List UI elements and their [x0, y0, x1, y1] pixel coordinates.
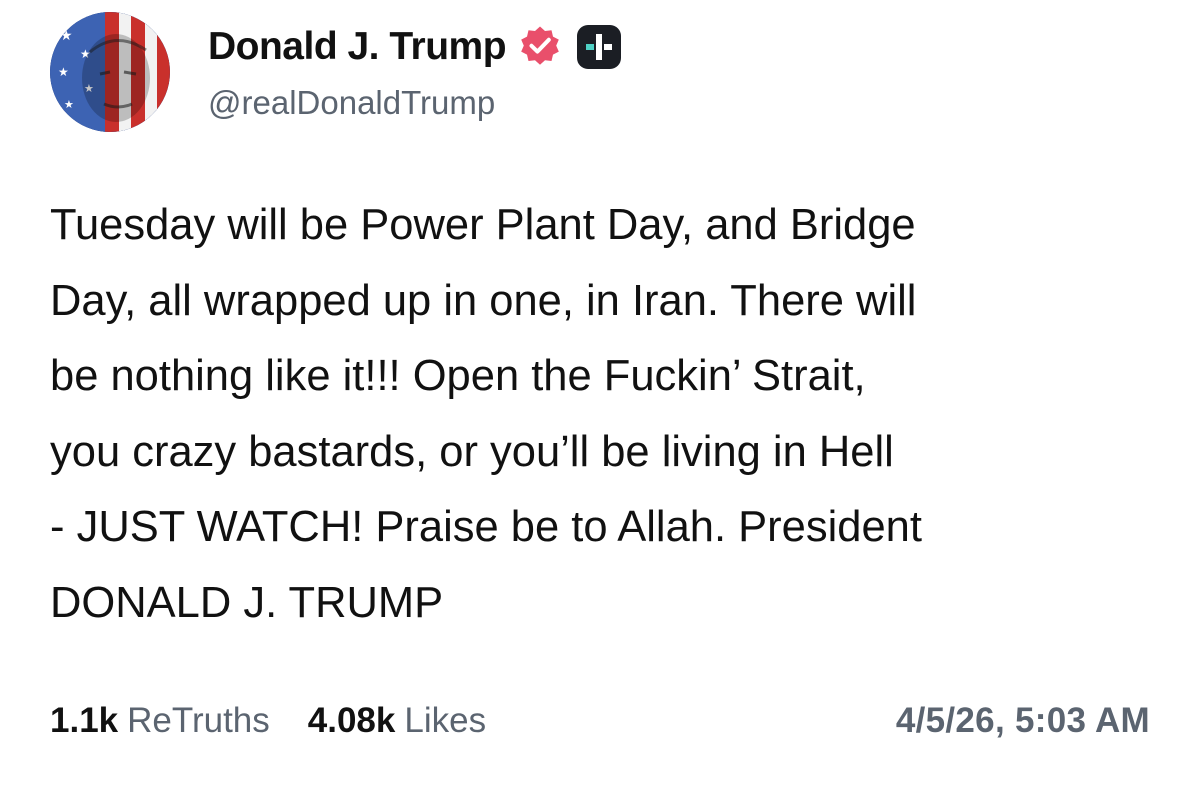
author-display-name[interactable]: Donald J. Trump	[208, 25, 507, 69]
retruths-count: 1.1k	[50, 701, 119, 740]
retruths-stat[interactable]: 1.1k ReTruths	[50, 701, 270, 741]
author-avatar[interactable]: ★ ★ ★ ★ ★	[50, 12, 170, 132]
svg-text:★: ★	[60, 28, 73, 44]
author-header: Donald J. Trump	[208, 22, 624, 72]
likes-count: 4.08k	[307, 701, 396, 740]
svg-text:★: ★	[64, 98, 74, 111]
retruths-label: ReTruths	[127, 701, 270, 740]
post-text: Tuesday will be Power Plant Day, and Bri…	[50, 201, 922, 627]
post-footer: 1.1k ReTruths 4.08k Likes 4/5/26, 5:03 A…	[50, 696, 1150, 746]
plus-badge-icon	[574, 22, 624, 72]
author-handle[interactable]: @realDonaldTrump	[208, 84, 495, 122]
avatar-image: ★ ★ ★ ★ ★	[50, 12, 170, 132]
likes-stat[interactable]: 4.08k Likes	[308, 701, 486, 741]
svg-text:★: ★	[58, 65, 69, 79]
post-timestamp[interactable]: 4/5/26, 5:03 AM	[896, 701, 1150, 741]
verified-badge-icon	[518, 25, 562, 69]
likes-label: Likes	[404, 701, 487, 740]
truth-post: ★ ★ ★ ★ ★ Donald J. Trump @realDonaldTru…	[0, 0, 1200, 792]
